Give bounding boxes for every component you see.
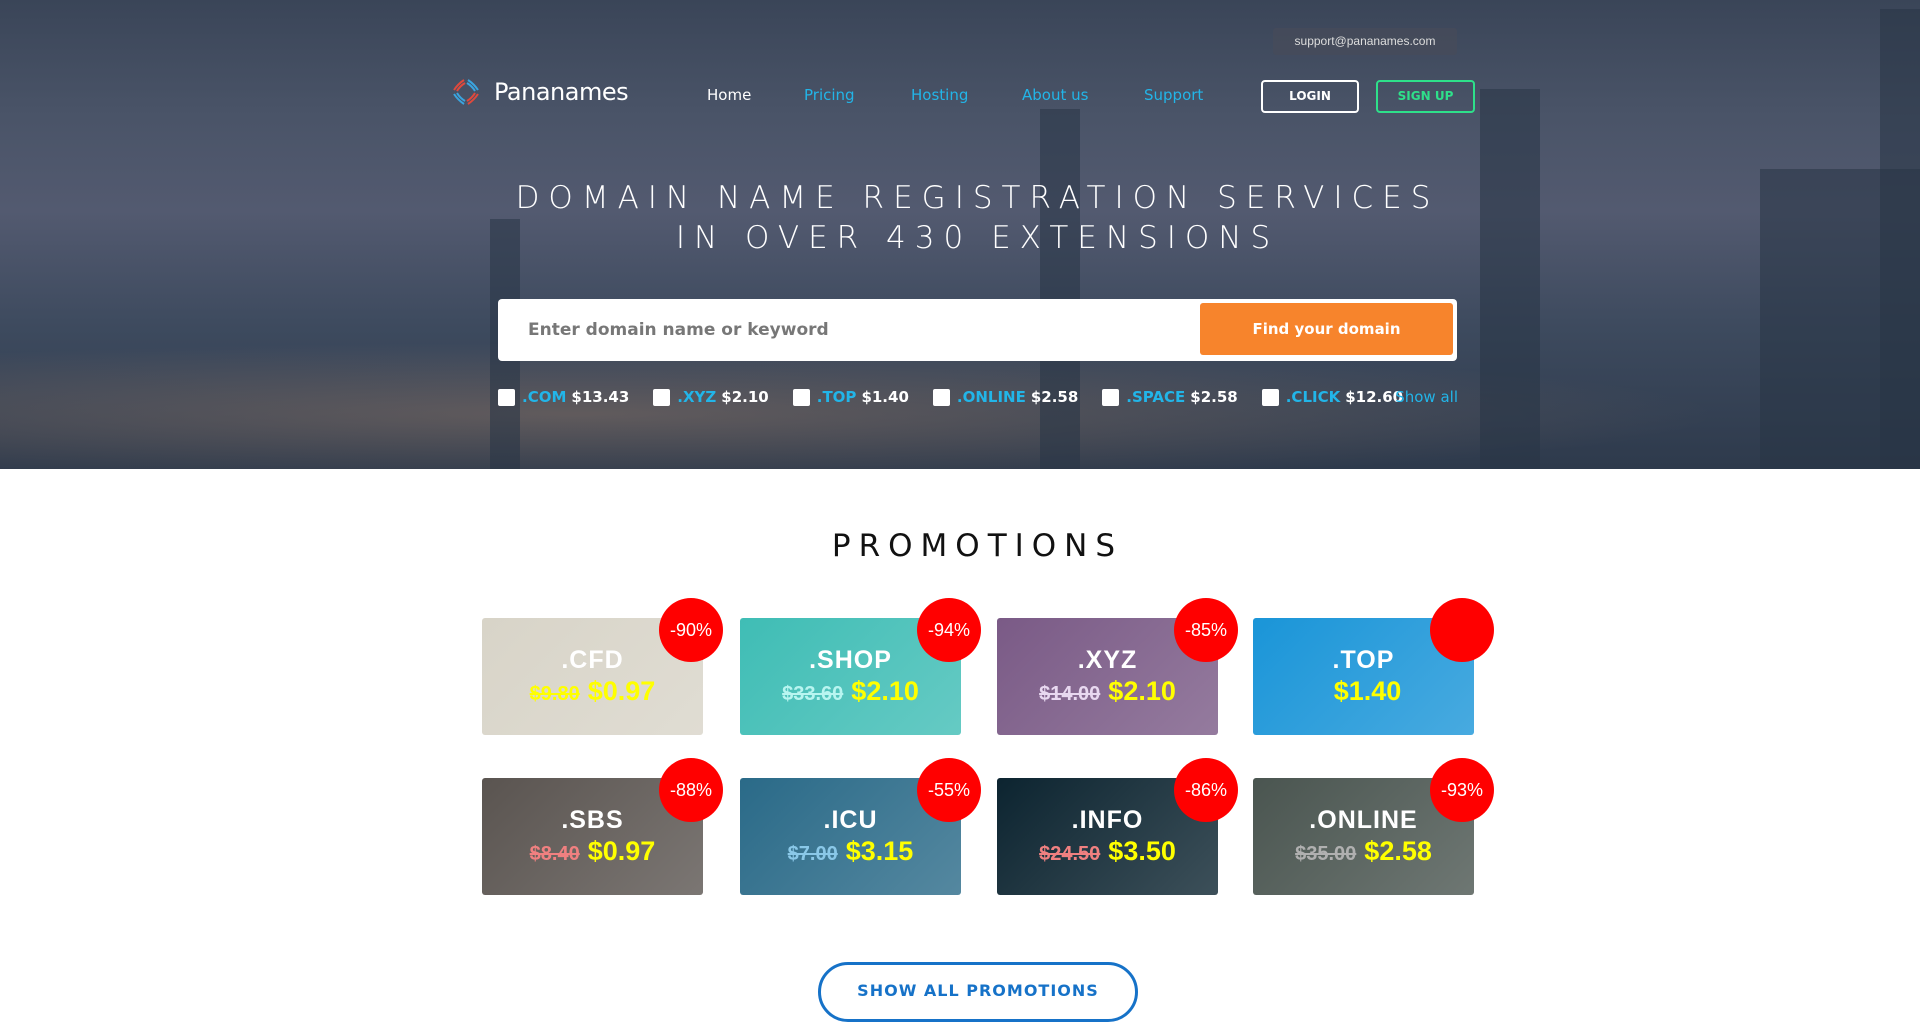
discount-badge: -55% (917, 758, 981, 822)
old-price: $24.50 (1039, 843, 1101, 865)
checkbox[interactable] (932, 388, 950, 406)
hero-title-line-2: IN OVER 430 EXTENSIONS (675, 220, 1280, 256)
new-price: $3.50 (1108, 836, 1176, 866)
nav-pricing[interactable]: Pricing (804, 86, 855, 104)
checkbox[interactable] (653, 388, 671, 406)
discount-badge: -85% (1174, 598, 1238, 662)
ext-click[interactable]: .CLICK $12.60 (1261, 388, 1403, 406)
old-price: $8.40 (529, 843, 580, 865)
new-price: $2.10 (1108, 676, 1176, 706)
discount-badge: -93% (1430, 758, 1494, 822)
hero-title-line-1: DOMAIN NAME REGISTRATION SERVICES (515, 180, 1440, 216)
promo-price: $14.00 $2.10 (997, 676, 1218, 707)
old-price: $7.00 (787, 843, 838, 865)
new-price: $2.10 (851, 676, 919, 706)
new-price: $2.58 (1364, 836, 1432, 866)
discount-badge: -90% (659, 598, 723, 662)
ext-space[interactable]: .SPACE $2.58 (1102, 388, 1238, 406)
promo-card[interactable]: .XYZ $14.00 $2.10 -85% (997, 598, 1238, 735)
checkbox[interactable] (498, 388, 515, 406)
old-price: $9.80 (529, 683, 580, 705)
extension-filters: .COM $13.43 .XYZ $2.10 .TOP $1.40 .ONLINE $2… (498, 386, 1458, 408)
promo-card[interactable]: .ICU $7.00 $3.15 -55% (740, 758, 981, 895)
nav-support[interactable]: Support (1144, 86, 1203, 104)
new-price: $0.97 (587, 676, 656, 706)
ext-com[interactable]: .COM $13.43 (498, 388, 629, 406)
pananames-logo-icon (453, 79, 479, 105)
promo-card[interactable]: .INFO $24.50 $3.50 -86% (997, 758, 1238, 895)
nav-about-us[interactable]: About us (1022, 86, 1088, 104)
promo-price: $1.40 (1253, 676, 1474, 707)
nav-home[interactable]: Home (707, 86, 751, 104)
old-price: $35.00 (1295, 843, 1357, 865)
ext-online[interactable]: .ONLINE $2.58 (932, 388, 1078, 406)
promo-price: $8.40 $0.97 (482, 836, 703, 867)
promotions-title: PROMOTIONS (831, 528, 1124, 564)
ext-xyz[interactable]: .XYZ $2.10 (653, 388, 769, 406)
old-price: $14.00 (1039, 683, 1101, 705)
promo-card[interactable]: .CFD $9.80 $0.97 -90% (482, 598, 723, 735)
hero-section: support@pananames.com Pananames Home Pri… (0, 0, 1920, 469)
domain-search-form: Find your domain (498, 299, 1457, 361)
new-price: $3.15 (845, 836, 914, 866)
discount-badge: -86% (1174, 758, 1238, 822)
new-price: $1.40 (1333, 676, 1402, 706)
signup-button[interactable]: SIGN UP (1376, 80, 1475, 113)
discount-badge: -94% (917, 598, 981, 662)
logo[interactable]: Pananames (452, 78, 629, 106)
promo-price: $9.80 $0.97 (482, 676, 703, 707)
promo-price: $33.60 $2.10 (740, 676, 961, 707)
ext-top[interactable]: .TOP $1.40 (792, 388, 909, 406)
promo-price: $24.50 $3.50 (997, 836, 1218, 867)
old-price: $33.60 (782, 683, 844, 705)
promo-card[interactable]: .SHOP $33.60 $2.10 -94% (740, 598, 981, 735)
login-button[interactable]: LOGIN (1261, 80, 1359, 113)
promo-price: $35.00 $2.58 (1253, 836, 1474, 867)
show-all-extensions-link[interactable]: Show all (1395, 388, 1458, 406)
checkbox[interactable] (1261, 388, 1279, 406)
discount-badge (1430, 598, 1494, 662)
promo-card[interactable]: .TOP $1.40 (1253, 598, 1494, 735)
promo-card[interactable]: .SBS $8.40 $0.97 -88% (482, 758, 723, 895)
hero-title: DOMAIN NAME REGISTRATION SERVICES IN OVE… (0, 178, 1920, 258)
find-domain-button[interactable]: Find your domain (1200, 303, 1453, 355)
nav-hosting[interactable]: Hosting (911, 86, 968, 104)
brand-name: Pananames (494, 78, 629, 106)
checkbox[interactable] (792, 388, 810, 406)
new-price: $0.97 (587, 836, 656, 866)
checkbox[interactable] (1102, 388, 1120, 406)
show-all-promotions-button[interactable]: SHOW ALL PROMOTIONS (818, 962, 1138, 1022)
discount-badge: -88% (659, 758, 723, 822)
promo-price: $7.00 $3.15 (740, 836, 961, 867)
support-email[interactable]: support@pananames.com (1273, 28, 1457, 55)
domain-search-input[interactable] (528, 299, 1148, 361)
promo-card[interactable]: .ONLINE $35.00 $2.58 -93% (1253, 758, 1494, 895)
